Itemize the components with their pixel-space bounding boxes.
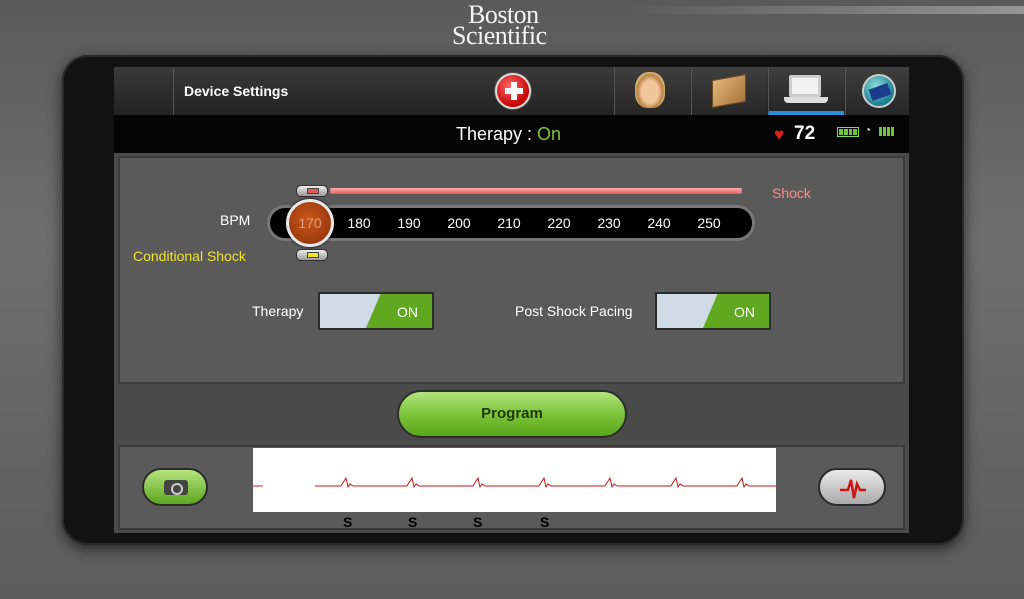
- laptop-base-icon: [784, 97, 828, 103]
- conditional-shock-label: Conditional Shock: [133, 248, 246, 264]
- nav-patient-button[interactable]: [614, 67, 690, 115]
- snapshot-button[interactable]: [142, 468, 208, 506]
- heart-icon: ♥: [774, 125, 785, 144]
- bpm-tick: 240: [647, 215, 671, 231]
- shock-zone-label: Shock: [772, 185, 811, 201]
- ecg-trace: [253, 476, 776, 489]
- ecg-panel: S S S S: [118, 445, 905, 530]
- bpm-label: BPM: [220, 212, 251, 228]
- ecg-marker: S: [408, 514, 418, 530]
- ecg-strip: [253, 448, 776, 512]
- ecg-button[interactable]: [818, 468, 886, 506]
- bpm-slider-knob[interactable]: 170: [286, 199, 334, 247]
- ecg-marker: S: [540, 514, 550, 530]
- globe-icon: [862, 74, 896, 108]
- therapy-status-value: On: [537, 124, 562, 144]
- top-bar: Device Settings: [114, 67, 909, 115]
- therapy-status-label: Therapy :: [456, 124, 538, 144]
- patient-icon: [635, 72, 665, 108]
- post-shock-pacing-toggle[interactable]: ON: [655, 292, 771, 330]
- shock-zone-handle[interactable]: [296, 185, 328, 197]
- post-shock-pacing-label: Post Shock Pacing: [515, 303, 633, 319]
- wireless-icon: ◔: [864, 123, 872, 137]
- camera-icon: [164, 480, 188, 495]
- bpm-tick: 190: [397, 215, 421, 231]
- brand-line-2: Scientific: [452, 21, 547, 50]
- conditional-marker: [307, 252, 319, 258]
- page-title: Device Settings: [184, 83, 289, 99]
- therapy-status: Therapy : On: [456, 124, 561, 145]
- bpm-tick: 210: [497, 215, 521, 231]
- settings-panel: Shock BPM 180 190 200 210 220 230 240 25…: [118, 156, 905, 384]
- status-bar: Therapy : On ♥ 72 ◔: [114, 115, 909, 153]
- battery-icon: [837, 127, 859, 137]
- therapy-toggle-value: ON: [366, 294, 432, 328]
- bpm-tick: 180: [347, 215, 371, 231]
- laptop-icon: [789, 75, 821, 97]
- heart-rate-value: 72: [794, 123, 816, 144]
- post-shock-pacing-value: ON: [703, 294, 769, 328]
- nav-device-button[interactable]: [768, 67, 844, 115]
- therapy-toggle[interactable]: ON: [318, 292, 434, 330]
- menu-slot[interactable]: [114, 67, 174, 115]
- bpm-tick: 250: [697, 215, 721, 231]
- shock-zone-bar: [330, 188, 742, 194]
- bpm-tick: 230: [597, 215, 621, 231]
- ecg-marker: S: [343, 514, 353, 530]
- package-icon: [712, 74, 746, 108]
- program-button[interactable]: Program: [397, 390, 627, 438]
- shock-marker: [307, 188, 319, 194]
- nav-package-button[interactable]: [691, 67, 767, 115]
- brand-logo: Boston Scientific: [452, 2, 582, 50]
- therapy-toggle-label: Therapy: [252, 303, 304, 319]
- nav-network-button[interactable]: [845, 67, 909, 115]
- bpm-tick: 220: [547, 215, 571, 231]
- ecg-wave-icon: [840, 479, 866, 499]
- conditional-zone-handle[interactable]: [296, 249, 328, 261]
- device-screen: Device Settings Therapy : On ♥ 72 ◔ Shoc…: [114, 67, 909, 533]
- emergency-button[interactable]: [495, 73, 531, 109]
- ecg-marker: S: [473, 514, 483, 530]
- decorative-gloss: [630, 6, 1024, 14]
- signal-icon: [879, 127, 894, 136]
- bpm-tick: 200: [447, 215, 471, 231]
